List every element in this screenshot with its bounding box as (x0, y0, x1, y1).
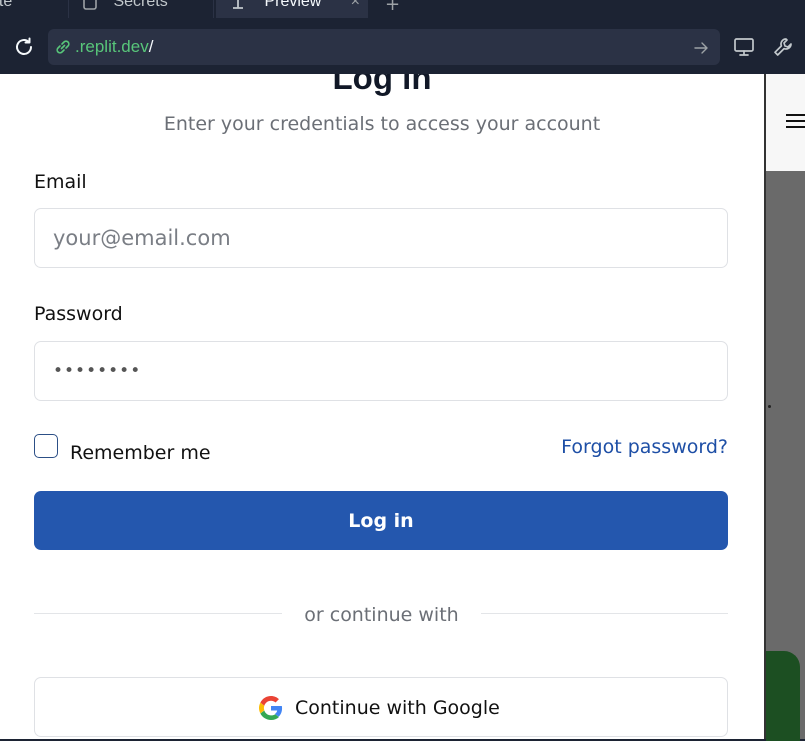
tab-label: ote (0, 0, 13, 10)
page-title: Log in (332, 74, 432, 96)
address-field[interactable]: .replit.dev/ (48, 29, 720, 65)
reload-icon[interactable] (12, 35, 36, 59)
background-widget (766, 651, 800, 741)
url-text: .replit.dev/ (75, 38, 153, 56)
google-login-button[interactable]: Continue with Google (34, 677, 728, 737)
google-button-label: Continue with Google (295, 697, 500, 719)
tab-label: Secrets (113, 0, 168, 10)
lock-icon (83, 0, 97, 14)
tab-label: Preview (264, 0, 322, 10)
devices-icon[interactable] (733, 36, 755, 58)
url-domain: .replit.dev (75, 37, 149, 56)
tab-bar: ote Secrets Preview × + (0, 0, 805, 19)
hamburger-icon[interactable] (786, 114, 805, 130)
forgot-password-link[interactable]: Forgot password? (561, 435, 728, 459)
google-icon (259, 696, 283, 720)
separator-line-right (481, 613, 728, 614)
background-dot (768, 405, 771, 408)
login-button[interactable]: Log in (34, 491, 728, 550)
email-label: Email (34, 171, 87, 193)
background-page (766, 74, 805, 741)
email-field[interactable] (34, 208, 728, 268)
login-modal: Log in Enter your credentials to access … (0, 74, 764, 739)
url-bar: .replit.dev/ (0, 19, 805, 74)
tab-preview[interactable]: Preview × (216, 0, 368, 18)
tools-icon[interactable] (772, 36, 794, 58)
remember-label[interactable]: Remember me (70, 441, 211, 465)
go-arrow-icon[interactable] (694, 40, 708, 54)
remember-checkbox[interactable] (34, 434, 58, 458)
link-icon (54, 38, 72, 56)
add-tab-icon[interactable]: + (385, 0, 400, 15)
password-label: Password (34, 303, 123, 325)
page-subtitle: Enter your credentials to access your ac… (163, 113, 601, 135)
background-header (766, 74, 805, 171)
password-field[interactable] (34, 341, 728, 401)
tab-secrets[interactable]: Secrets (68, 0, 214, 18)
url-path: / (148, 37, 154, 56)
separator-line-left (34, 613, 282, 614)
separator-text: or continue with (304, 604, 459, 626)
close-icon[interactable]: × (351, 0, 360, 10)
preview-icon (228, 0, 248, 14)
tab-notes[interactable]: ote (0, 0, 40, 18)
